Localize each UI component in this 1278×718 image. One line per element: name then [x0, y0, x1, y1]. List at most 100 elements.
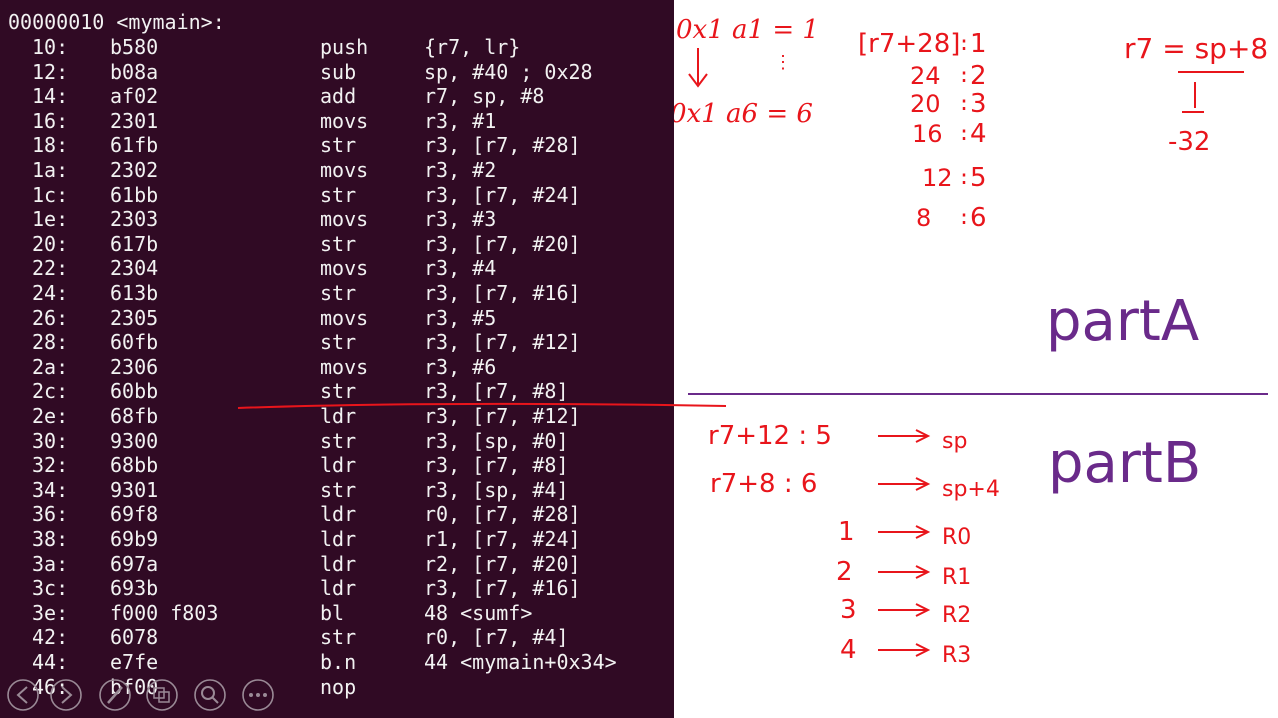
row-operands: r3, #2: [424, 158, 497, 182]
offset-value: 5: [970, 163, 987, 193]
row-opcode: 2304: [110, 256, 159, 281]
more-icon[interactable]: [242, 679, 274, 711]
row-operands: r3, [r7, #28]: [424, 133, 581, 158]
row-address: 26:: [32, 305, 69, 330]
whiteboard-canvas: 0x1 a1 = 1 ⋮ 0x1 a6 = 6 [r7+28]: 124:220:…: [674, 15, 1268, 668]
offset-colon: :: [958, 91, 970, 115]
arrow-right-icon: [878, 477, 931, 491]
row-mnemonic: ldr: [320, 502, 357, 527]
row-opcode: 60fb: [110, 330, 159, 355]
pen-icon[interactable]: [99, 679, 131, 711]
row-address: 24:: [32, 281, 69, 305]
row-operands: r3, [sp, #4]: [424, 477, 569, 502]
row-mnemonic: movs: [320, 108, 369, 133]
magnifier-icon[interactable]: [194, 679, 226, 711]
row-opcode: 2303: [110, 207, 159, 232]
partB-target: R3: [942, 643, 971, 668]
row-operands: 48 <sumf>: [424, 600, 533, 625]
row-address: 1e:: [32, 207, 69, 232]
r7-sp-note: r7 = sp+8: [1124, 32, 1268, 65]
row-address: 2e:: [32, 404, 69, 428]
row-operands: 44 <mymain+0x34>: [424, 650, 617, 674]
row-opcode: 613b: [110, 281, 159, 305]
offset-label: 24: [910, 62, 941, 90]
r7-arrow: [1182, 82, 1204, 113]
partB-source: r7+8 : 6: [710, 469, 817, 499]
partB-source: 4: [840, 635, 857, 665]
row-mnemonic: str: [320, 625, 357, 650]
partB-target: sp: [942, 429, 967, 454]
partB-label: partB: [1048, 431, 1201, 496]
row-mnemonic: ldr: [320, 527, 357, 551]
offset-label: 8: [916, 204, 931, 232]
offset-label: 12: [922, 164, 953, 192]
r7-result: -32: [1168, 127, 1210, 157]
offset-colon: :: [958, 205, 970, 229]
row-mnemonic: str: [320, 330, 357, 355]
arrow-right-icon[interactable]: [50, 679, 82, 711]
row-opcode: 68fb: [110, 404, 159, 428]
row-opcode: b08a: [110, 59, 159, 84]
row-opcode: 2301: [110, 108, 159, 133]
whiteboard-annotations: 0x1 a1 = 1 ⋮ 0x1 a6 = 6 [r7+28]:1 24:2 20:…: [674, 0, 1278, 718]
row-address: 20:: [32, 231, 69, 256]
row-opcode: 2306: [110, 354, 159, 379]
row-mnemonic: ldr: [320, 576, 357, 601]
row-operands: r3, #3: [424, 207, 497, 232]
row-mnemonic: ldr: [320, 551, 357, 576]
arrow-right-icon: [878, 429, 931, 443]
partA-a6-note: 0x1 a6 = 6: [674, 99, 813, 129]
row-operands: {r7, lr}: [424, 35, 521, 59]
disassembly-terminal: 00000010 <mymain>: 10: b580 push {r7, lr} 12…: [0, 0, 674, 718]
partB-target: sp+4: [942, 477, 1000, 502]
row-opcode: 9300: [110, 428, 159, 453]
row-mnemonic: movs: [320, 207, 369, 232]
row-address: 38:: [32, 527, 69, 551]
offset-label: [r7+28]: [858, 29, 960, 59]
row-operands: r3, [r7, #12]: [424, 404, 581, 428]
partB-source: r7+12 : 5: [708, 421, 832, 451]
row-operands: r3, #5: [424, 305, 497, 330]
arrow-left-icon[interactable]: [7, 679, 39, 711]
row-opcode: 693b: [110, 576, 159, 601]
row-address: 14:: [32, 84, 69, 109]
arrow-right-icon: [878, 643, 931, 657]
offset-colon: :: [958, 165, 970, 189]
row-mnemonic: str: [320, 428, 357, 453]
partB-source: 1: [838, 517, 855, 547]
arrow-right-icon: [878, 565, 931, 579]
row-address: 3a:: [32, 551, 69, 576]
row-operands: r3, [r7, #20]: [424, 231, 581, 256]
slides-icon[interactable]: [146, 679, 178, 711]
row-operands: r3, [r7, #16]: [424, 281, 581, 305]
row-operands: r3, [r7, #8]: [424, 379, 569, 404]
offset-label: 20: [910, 90, 941, 118]
row-operands: sp, #40 ; 0x28: [424, 59, 593, 84]
row-opcode: f000 f803: [110, 600, 219, 625]
offset-value: 4: [970, 119, 987, 149]
row-mnemonic: movs: [320, 256, 369, 281]
offset-colon: :: [958, 121, 970, 145]
row-address: 3e:: [32, 600, 69, 625]
row-operands: r0, [r7, #28]: [424, 502, 581, 527]
row-opcode: 61fb: [110, 133, 159, 158]
row-mnemonic: movs: [320, 305, 369, 330]
row-operands: r3, [r7, #8]: [424, 453, 569, 478]
row-opcode: e7fe: [110, 650, 159, 674]
offset-colon: :: [958, 31, 970, 55]
row-opcode: 9301: [110, 477, 159, 502]
row-opcode: 61bb: [110, 182, 159, 207]
row-address: 3c:: [32, 576, 69, 601]
row-address: 16:: [32, 108, 69, 133]
row-address: 30:: [32, 428, 69, 453]
partA-offset-list: [r7+28]: 124:220:316:412:58:6: [858, 29, 987, 233]
row-opcode: 6078: [110, 625, 159, 650]
row-mnemonic: add: [320, 84, 357, 109]
row-mnemonic: str: [320, 133, 357, 158]
row-opcode: 617b: [110, 231, 159, 256]
row-mnemonic: push: [320, 35, 369, 59]
row-opcode: 2305: [110, 305, 159, 330]
partB-source: 3: [840, 595, 857, 625]
offset-value: 2: [970, 61, 987, 91]
offset-value: 6: [970, 203, 987, 233]
